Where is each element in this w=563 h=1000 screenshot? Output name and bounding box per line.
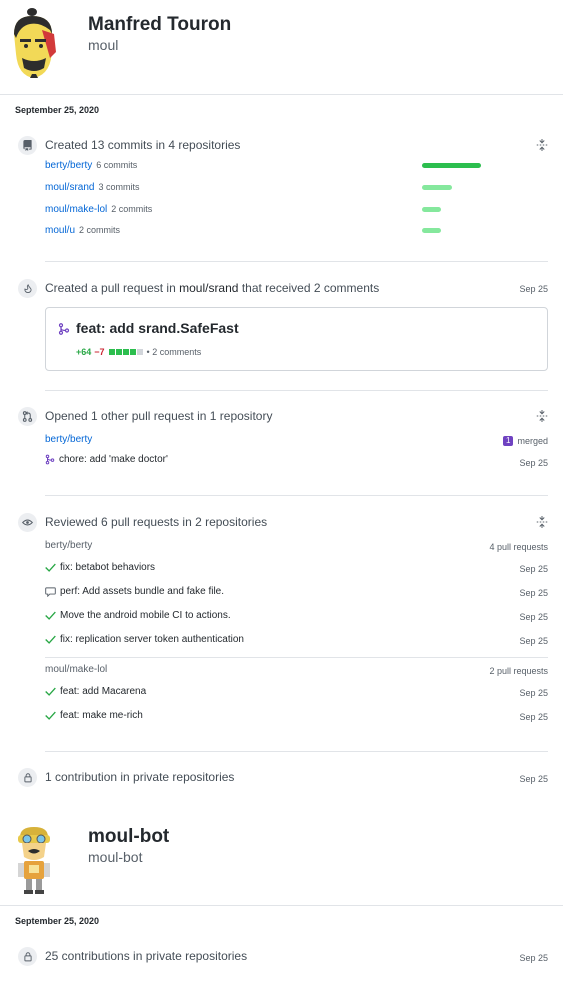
fold-icon[interactable] [536,516,548,528]
divider [45,495,548,496]
eye-icon [18,513,37,532]
diff-square [108,349,115,355]
divider [0,94,563,95]
private-contributions: 25 contributions in private repositories [45,949,248,963]
diff-square [115,349,122,355]
date-heading: September 25, 2020 [15,916,100,926]
pr-card[interactable]: feat: add srand.SafeFast +64 −7 • 2 comm… [45,307,548,371]
repo-link[interactable]: berty/berty [45,434,92,445]
lock-icon [18,947,37,966]
check-icon [45,687,56,696]
avatar[interactable] [10,823,60,895]
diff-stat [108,349,143,355]
review-group-repo[interactable]: moul/make-lol [45,664,107,675]
event-date: Sep 25 [519,688,548,698]
diff-square [129,349,136,355]
check-icon [45,711,56,720]
event-date: Sep 25 [519,458,548,468]
fold-icon[interactable] [536,139,548,151]
event-date: Sep 25 [519,284,548,294]
user-login[interactable]: moul-bot [88,849,142,865]
diff-square [122,349,129,355]
divider [45,390,548,391]
review-item[interactable]: Move the android mobile CI to actions. [45,610,231,621]
deletions: −7 [94,347,105,357]
event-date: Sep 25 [519,712,548,722]
user-login[interactable]: moul [88,37,118,53]
comment-count: • 2 comments [146,347,202,357]
review-item[interactable]: feat: make me-rich [45,710,143,721]
divider [45,261,548,262]
commit-bar [422,228,441,233]
repo-push-icon [18,136,37,155]
divider [45,657,548,658]
user-name[interactable]: moul-bot [88,826,169,848]
divider [0,905,563,906]
pr-stats: +64 −7 • 2 comments [76,347,201,357]
event-date: Sep 25 [519,774,548,784]
user-name[interactable]: Manfred Touron [88,14,231,36]
commit-repo-row[interactable]: moul/u 2 commits [45,225,120,236]
profile-header-moul-bot: moul-bot moul-bot [0,815,563,909]
commit-bar [422,163,481,168]
event-date: Sep 25 [519,612,548,622]
comment-icon [45,586,56,597]
git-pull-request-icon [18,407,37,426]
pull-request-icon [58,323,70,335]
commits-heading: Created 13 commits in 4 repositories [45,138,241,152]
review-item[interactable]: feat: add Macarena [45,686,146,697]
review-group-repo[interactable]: berty/berty [45,540,92,551]
event-date: Sep 25 [519,564,548,574]
diff-square [136,349,143,355]
merged-badge: 1 merged [503,436,548,446]
commit-repo-row[interactable]: berty/berty 6 commits [45,160,137,171]
additions: +64 [76,347,92,357]
check-icon [45,611,56,620]
event-date: Sep 25 [519,588,548,598]
check-icon [45,563,56,572]
review-item[interactable]: perf: Add assets bundle and fake file. [45,586,224,597]
pr-created-heading: Created a pull request in moul/srand tha… [45,281,380,295]
pr-item[interactable]: chore: add 'make doctor' [45,454,168,465]
commit-bar [422,207,441,212]
date-heading: September 25, 2020 [15,105,100,115]
pr-opened-heading: Opened 1 other pull request in 1 reposit… [45,409,273,423]
pr-title[interactable]: feat: add srand.SafeFast [76,320,239,336]
commit-repo-row[interactable]: moul/srand 3 commits [45,182,139,193]
flame-icon [18,279,37,298]
divider [45,751,548,752]
commit-repo-row[interactable]: moul/make-lol 2 commits [45,204,152,215]
commit-bar [422,185,452,190]
fold-icon[interactable] [536,410,548,422]
review-item[interactable]: fix: betabot behaviors [45,562,155,573]
pr-repo-link[interactable]: moul/srand [179,281,238,295]
check-icon [45,635,56,644]
private-contributions: 1 contribution in private repositories [45,770,235,784]
event-date: Sep 25 [519,953,548,963]
reviewed-heading: Reviewed 6 pull requests in 2 repositori… [45,515,268,529]
merge-icon [45,454,55,465]
review-group-count: 4 pull requests [489,542,548,552]
review-group-count: 2 pull requests [489,666,548,676]
profile-header-moul: Manfred Touron moul [0,0,563,94]
avatar[interactable] [10,8,60,80]
review-item[interactable]: fix: replication server token authentica… [45,634,244,645]
event-date: Sep 25 [519,636,548,646]
lock-icon [18,768,37,787]
